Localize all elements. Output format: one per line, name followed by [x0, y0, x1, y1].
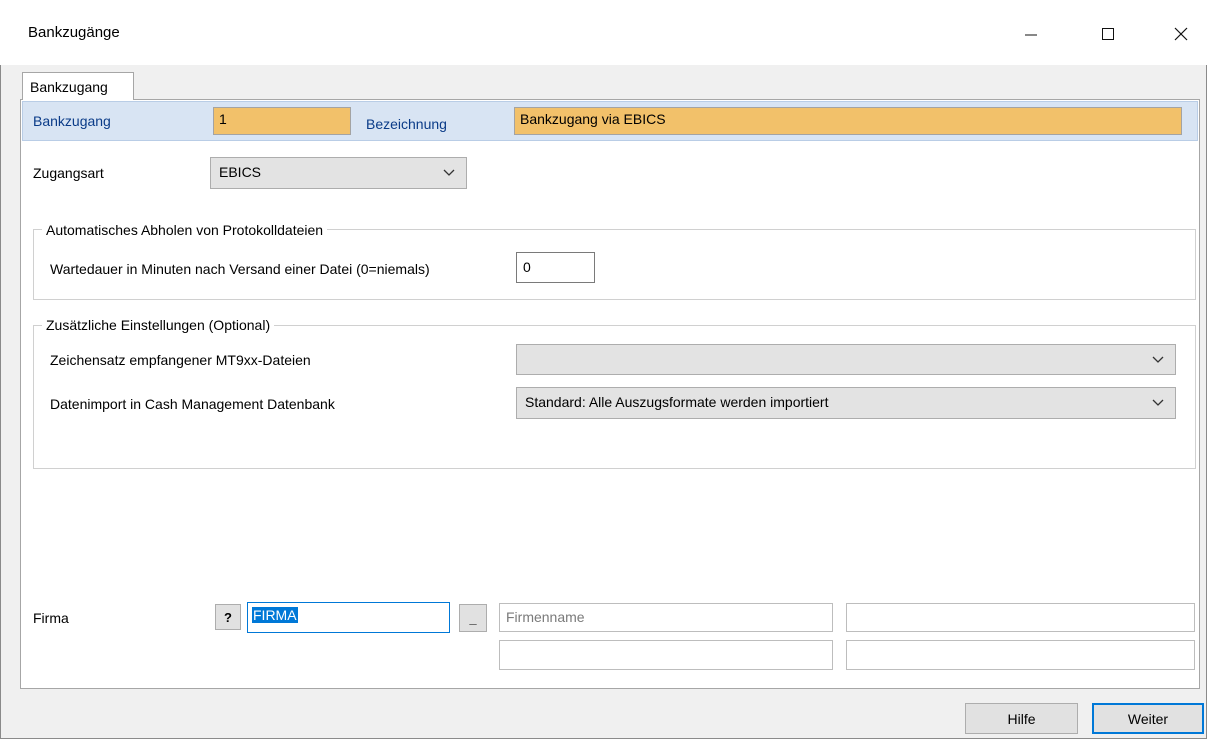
firma-input[interactable]: FIRMA	[247, 602, 450, 633]
firma-value: FIRMA	[252, 607, 298, 623]
tab-label: Bankzugang	[30, 79, 108, 95]
chevron-down-icon	[443, 169, 455, 176]
hilfe-button[interactable]: Hilfe	[965, 703, 1078, 734]
chevron-down-icon	[1152, 399, 1164, 406]
datenimport-select[interactable]: Standard: Alle Auszugsformate werden imp…	[516, 387, 1176, 419]
chevron-down-icon	[1152, 356, 1164, 363]
close-icon	[1174, 27, 1188, 41]
datenimport-label: Datenimport in Cash Management Datenbank	[50, 396, 335, 412]
firma-label: Firma	[33, 610, 69, 626]
bankzugang-label: Bankzugang	[33, 113, 111, 129]
firma-help-button[interactable]: ?	[215, 604, 241, 630]
window-title: Bankzugänge	[28, 24, 120, 41]
minimize-icon	[1025, 34, 1037, 36]
group-auto-title: Automatisches Abholen von Protokolldatei…	[42, 222, 328, 238]
wartedauer-label: Wartedauer in Minuten nach Versand einer…	[50, 261, 430, 277]
bezeichnung-input[interactable]: Bankzugang via EBICS	[514, 107, 1182, 135]
zugangsart-select[interactable]: EBICS	[210, 157, 467, 189]
group-extra-title: Zusätzliche Einstellungen (Optional)	[42, 317, 275, 333]
datenimport-value: Standard: Alle Auszugsformate werden imp…	[525, 394, 829, 410]
bankzugang-input[interactable]: 1	[213, 107, 351, 135]
maximize-icon	[1102, 28, 1114, 40]
firma-extra-field-1[interactable]	[846, 603, 1195, 632]
maximize-button[interactable]	[1085, 14, 1131, 54]
minimize-button[interactable]	[1008, 14, 1054, 54]
zeichensatz-select[interactable]	[516, 344, 1176, 375]
close-button[interactable]	[1158, 14, 1204, 54]
zugangsart-label: Zugangsart	[33, 165, 104, 181]
zugangsart-value: EBICS	[219, 164, 262, 180]
firmenname-field[interactable]: Firmenname	[499, 603, 833, 632]
wartedauer-input[interactable]: 0	[516, 252, 595, 283]
zeichensatz-label: Zeichensatz empfangener MT9xx-Dateien	[50, 352, 311, 368]
weiter-button[interactable]: Weiter	[1092, 703, 1204, 734]
firma-extra-field-3[interactable]	[846, 640, 1195, 670]
firma-extra-field-2[interactable]	[499, 640, 833, 670]
firma-lookup-button[interactable]: _	[459, 604, 487, 632]
bezeichnung-label: Bezeichnung	[366, 116, 447, 132]
